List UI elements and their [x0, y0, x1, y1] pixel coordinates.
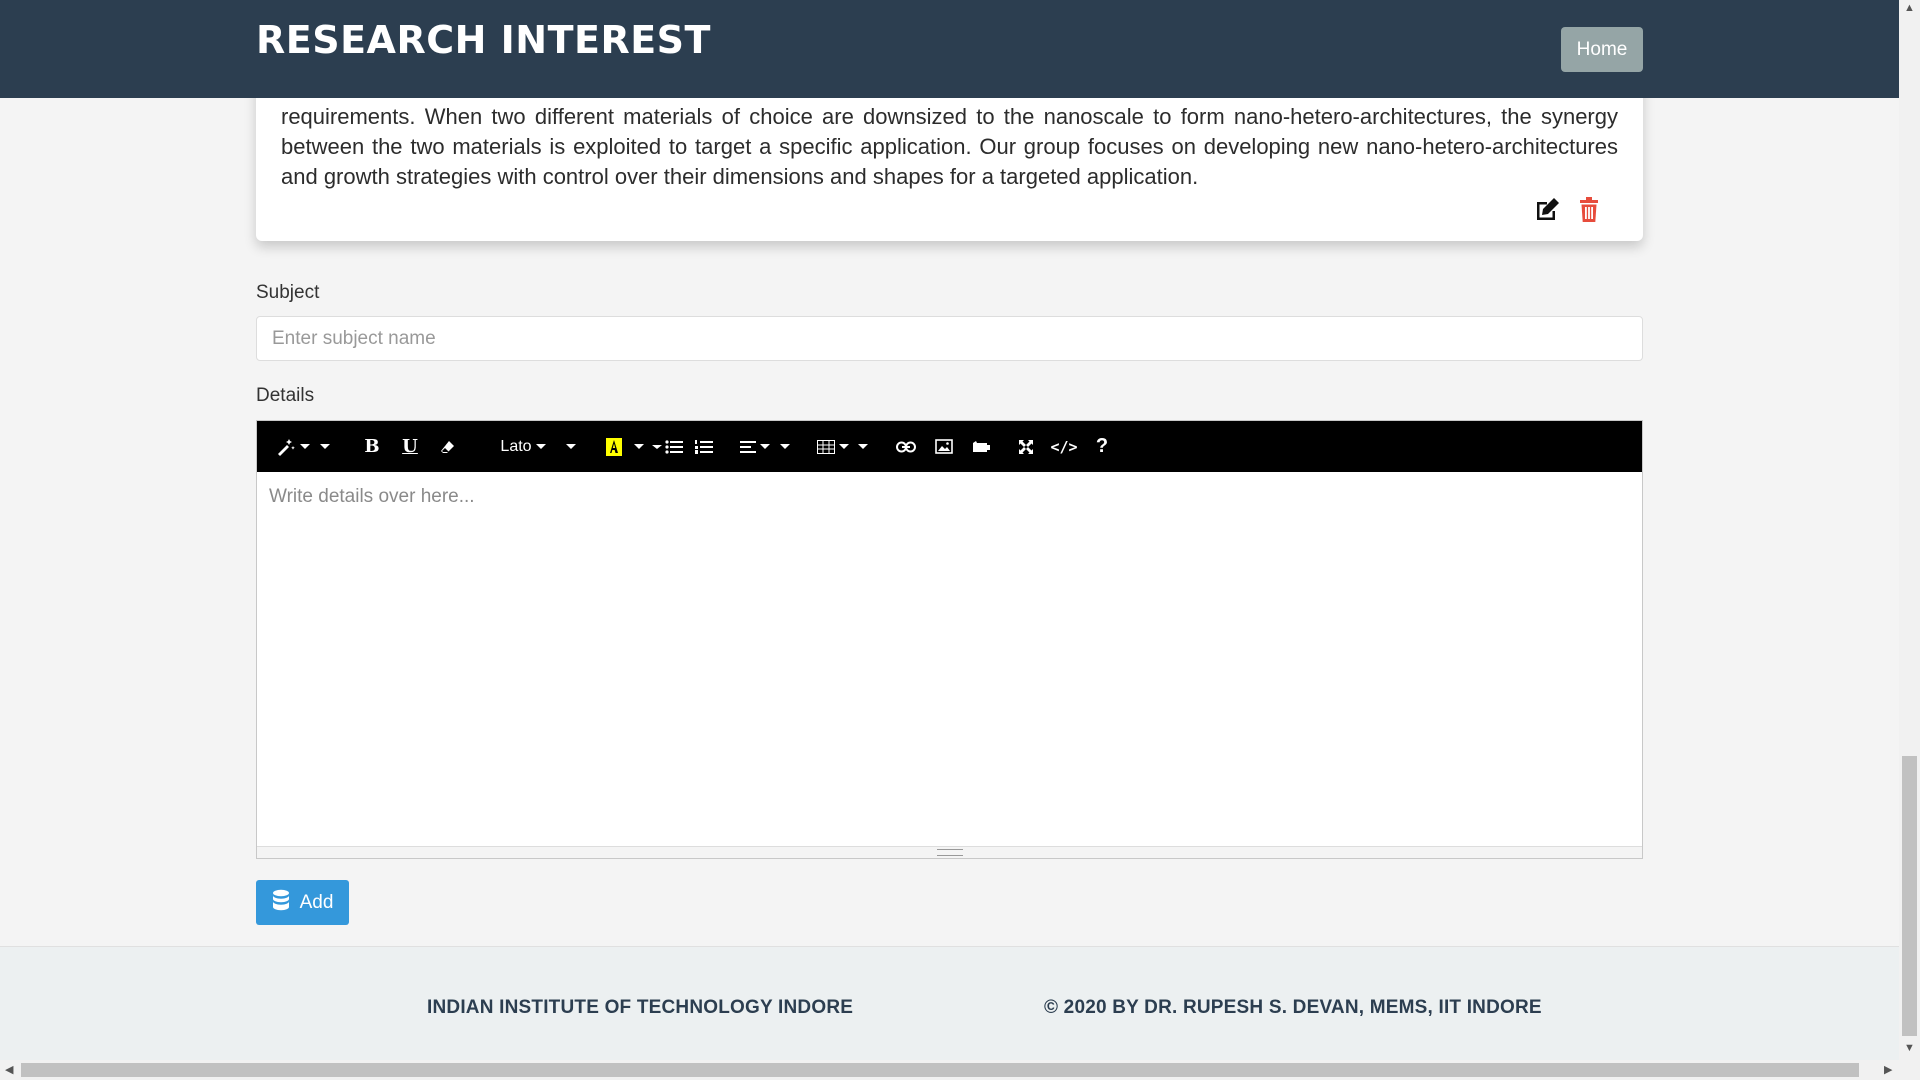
footer-copyright: © 2020 BY DR. RUPESH S. DEVAN, MEMS, IIT… — [1044, 997, 1542, 1018]
eraser-icon — [440, 439, 456, 455]
video-icon — [973, 440, 991, 453]
card-actions — [1533, 196, 1603, 224]
image-icon — [935, 439, 953, 454]
code-icon: </> — [1050, 437, 1078, 456]
editor-toolbar: B U Lato </> ? — [257, 421, 1642, 472]
footer: INDIAN INSTITUTE OF TECHNOLOGY INDORE © … — [0, 946, 1899, 1061]
font-name-dropdown[interactable]: Lato — [485, 421, 561, 472]
horizontal-scroll-thumb[interactable] — [21, 1063, 1859, 1077]
underline-button[interactable]: U — [391, 421, 429, 472]
numbered-list-icon — [695, 439, 713, 454]
navbar: RESEARCH INTEREST Home — [0, 0, 1899, 98]
editor-resize-handle[interactable] — [257, 846, 1642, 858]
color-caret[interactable] — [629, 421, 649, 472]
picture-button[interactable] — [925, 421, 963, 472]
color-button[interactable] — [599, 421, 629, 472]
video-button[interactable] — [963, 421, 1001, 472]
scroll-right-arrow-icon[interactable]: ▶ — [1884, 1063, 1892, 1076]
research-description: requirements. When two different materia… — [281, 104, 1618, 189]
scroll-up-arrow-icon[interactable]: ▲ — [1904, 2, 1915, 14]
paragraph-align-dropdown[interactable] — [735, 421, 775, 472]
grip-icon — [936, 849, 963, 856]
help-button[interactable]: ? — [1083, 421, 1121, 472]
subject-input[interactable] — [256, 316, 1643, 361]
home-button[interactable]: Home — [1561, 27, 1643, 72]
scroll-down-arrow-icon[interactable]: ▼ — [1904, 1042, 1915, 1054]
bold-button[interactable]: B — [353, 421, 391, 472]
database-icon — [272, 889, 290, 917]
details-label: Details — [256, 385, 315, 406]
magic-wand-icon — [276, 438, 296, 456]
horizontal-scrollbar[interactable]: ◀ ▶ — [0, 1060, 1899, 1080]
vertical-scrollbar[interactable]: ▲ ▼ — [1899, 0, 1920, 1080]
height-caret[interactable] — [775, 421, 795, 472]
clear-format-button[interactable] — [429, 421, 467, 472]
unordered-list-button[interactable] — [649, 421, 685, 472]
bullet-list-icon — [664, 439, 683, 454]
vertical-scroll-thumb[interactable] — [1902, 756, 1917, 1036]
ordered-list-button[interactable] — [685, 421, 723, 472]
add-button[interactable]: Add — [256, 880, 349, 925]
rich-text-editor: B U Lato </> ? Write details over here..… — [256, 420, 1643, 859]
align-icon — [740, 440, 756, 453]
details-editor-area[interactable]: Write details over here... — [257, 472, 1642, 848]
font-name-label: Lato — [500, 437, 532, 455]
code-view-button[interactable]: </> — [1045, 421, 1083, 472]
edit-icon[interactable] — [1533, 196, 1561, 224]
style-caret[interactable] — [315, 421, 335, 472]
footer-institute: INDIAN INSTITUTE OF TECHNOLOGY INDORE — [427, 997, 854, 1018]
link-icon — [896, 441, 916, 453]
link-button[interactable] — [887, 421, 925, 472]
table-dropdown[interactable] — [813, 421, 853, 472]
add-button-label: Add — [299, 891, 334, 913]
subject-label: Subject — [256, 282, 320, 303]
page-title: RESEARCH INTEREST — [256, 18, 711, 62]
bold-icon: B — [364, 436, 380, 457]
scroll-left-arrow-icon[interactable]: ◀ — [5, 1063, 13, 1076]
highlight-icon — [605, 437, 623, 457]
underline-icon: U — [402, 436, 418, 457]
style-dropdown[interactable] — [271, 421, 315, 472]
help-icon: ? — [1095, 435, 1109, 457]
expand-icon — [1018, 439, 1034, 455]
trash-icon[interactable] — [1575, 196, 1603, 224]
table-icon — [817, 439, 835, 454]
font-size-caret[interactable] — [561, 421, 581, 472]
fullscreen-button[interactable] — [1007, 421, 1045, 472]
table-caret[interactable] — [853, 421, 873, 472]
